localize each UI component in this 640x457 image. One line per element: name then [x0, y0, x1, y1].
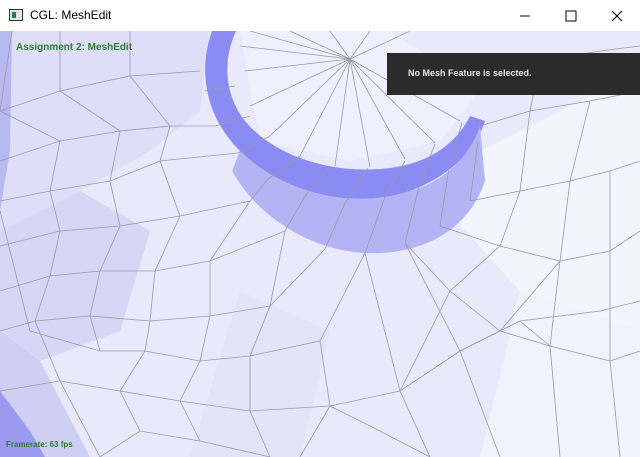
app-window-icon [9, 9, 23, 21]
minimize-icon [520, 15, 530, 17]
close-button[interactable] [594, 0, 640, 31]
framerate-label: Framerate: 63 fps [6, 440, 73, 449]
info-panel: No Mesh Feature is selected. [387, 53, 640, 95]
window-title: CGL: MeshEdit [30, 8, 112, 22]
info-panel-text: No Mesh Feature is selected. [408, 68, 532, 78]
title-bar[interactable]: CGL: MeshEdit [0, 0, 640, 32]
maximize-icon [565, 10, 577, 22]
assignment-label: Assignment 2: MeshEdit [16, 42, 133, 53]
close-icon [611, 10, 623, 22]
mesh-viewport[interactable]: Assignment 2: MeshEdit No Mesh Feature i… [0, 31, 640, 457]
maximize-button[interactable] [548, 0, 594, 31]
minimize-button[interactable] [502, 0, 548, 31]
